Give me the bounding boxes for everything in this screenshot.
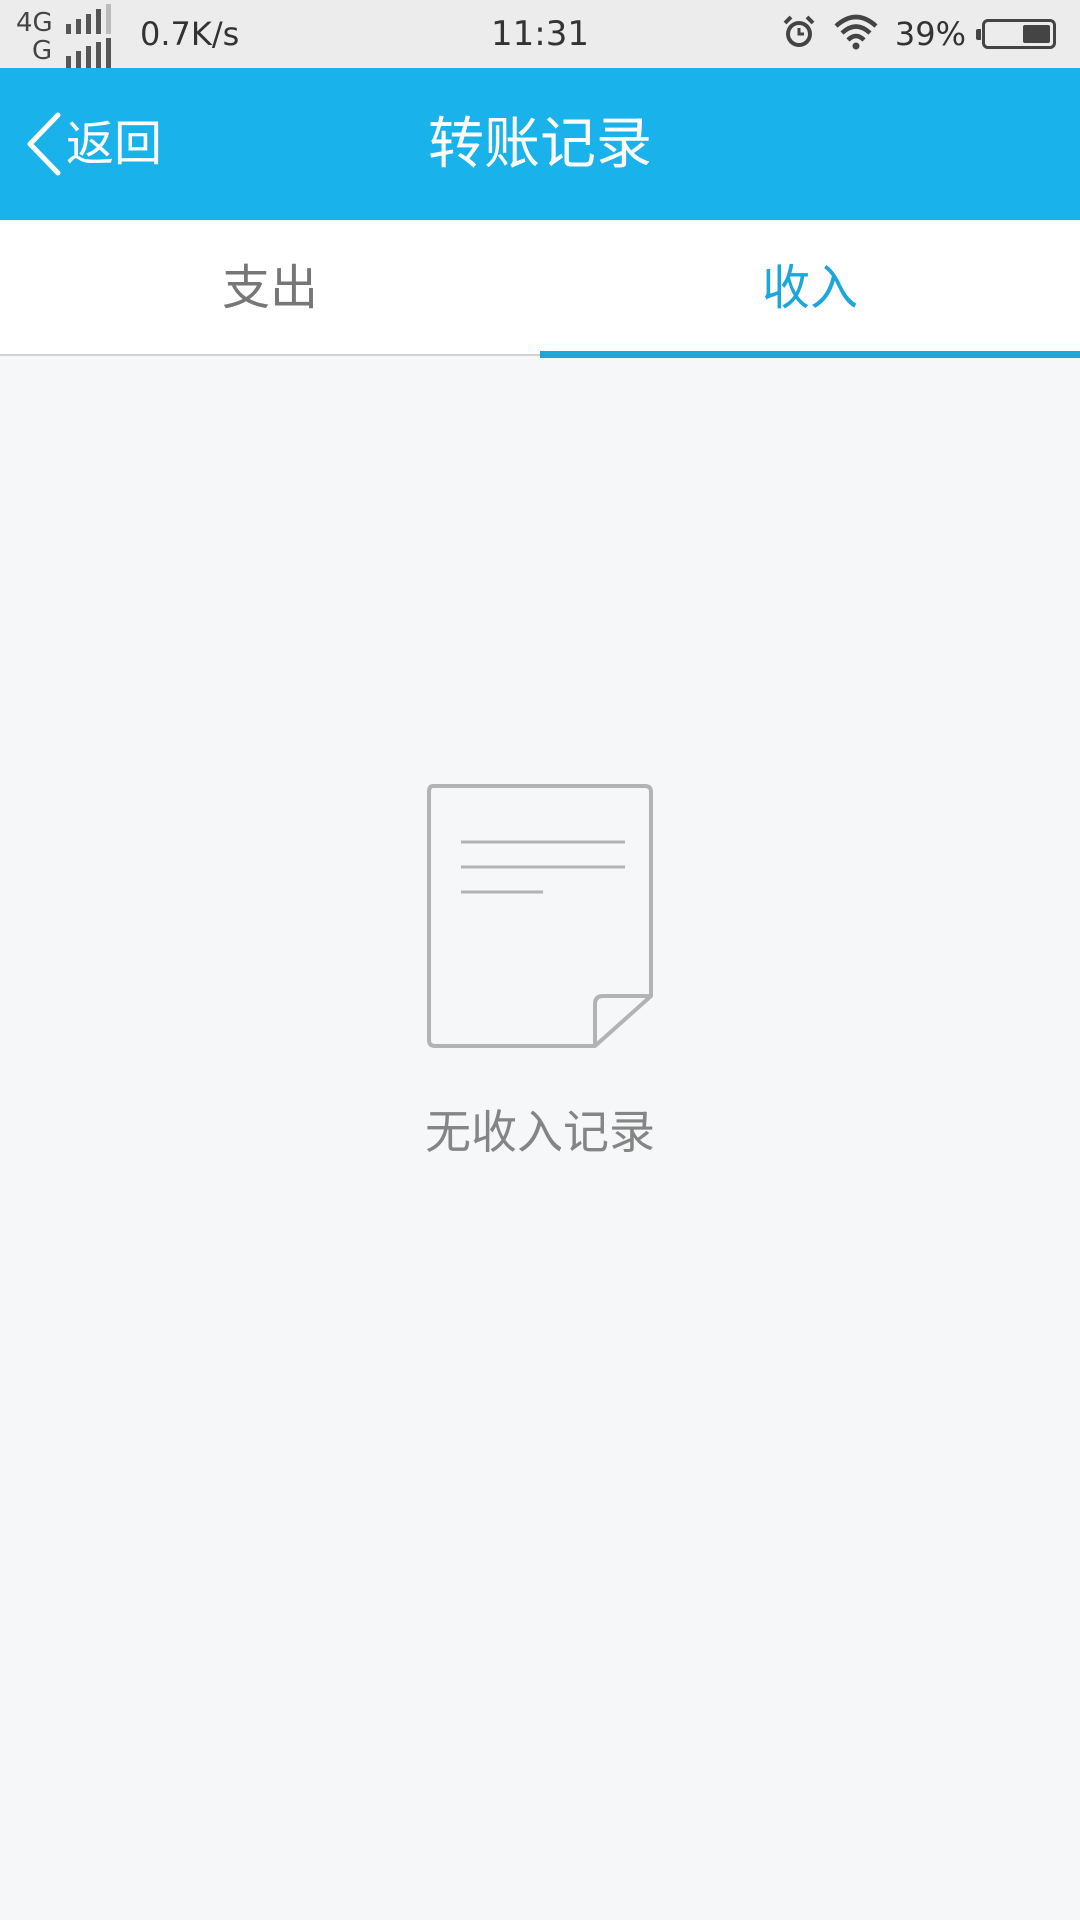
tab-expense[interactable]: 支出 xyxy=(0,220,540,356)
battery-icon xyxy=(976,19,1056,49)
page-title: 转账记录 xyxy=(428,112,652,177)
tab-expense-label: 支出 xyxy=(221,260,318,316)
tab-income[interactable]: 收入 xyxy=(540,220,1080,358)
status-bar: 4G G 0.7K/s 11:31 39% xyxy=(0,0,1080,68)
battery-fill xyxy=(1023,25,1050,43)
document-icon xyxy=(423,780,657,1054)
wifi-icon xyxy=(833,14,879,54)
tab-income-label: 收入 xyxy=(761,260,858,316)
empty-message: 无收入记录 xyxy=(425,1105,655,1159)
nav-bar: 返回 转账记录 xyxy=(0,68,1080,220)
battery-percent: 39% xyxy=(894,15,966,53)
status-right: 39% xyxy=(781,12,1056,56)
alarm-icon xyxy=(781,14,817,54)
tab-bar: 支出 收入 xyxy=(0,220,1080,358)
empty-state: 无收入记录 xyxy=(0,780,1080,1160)
